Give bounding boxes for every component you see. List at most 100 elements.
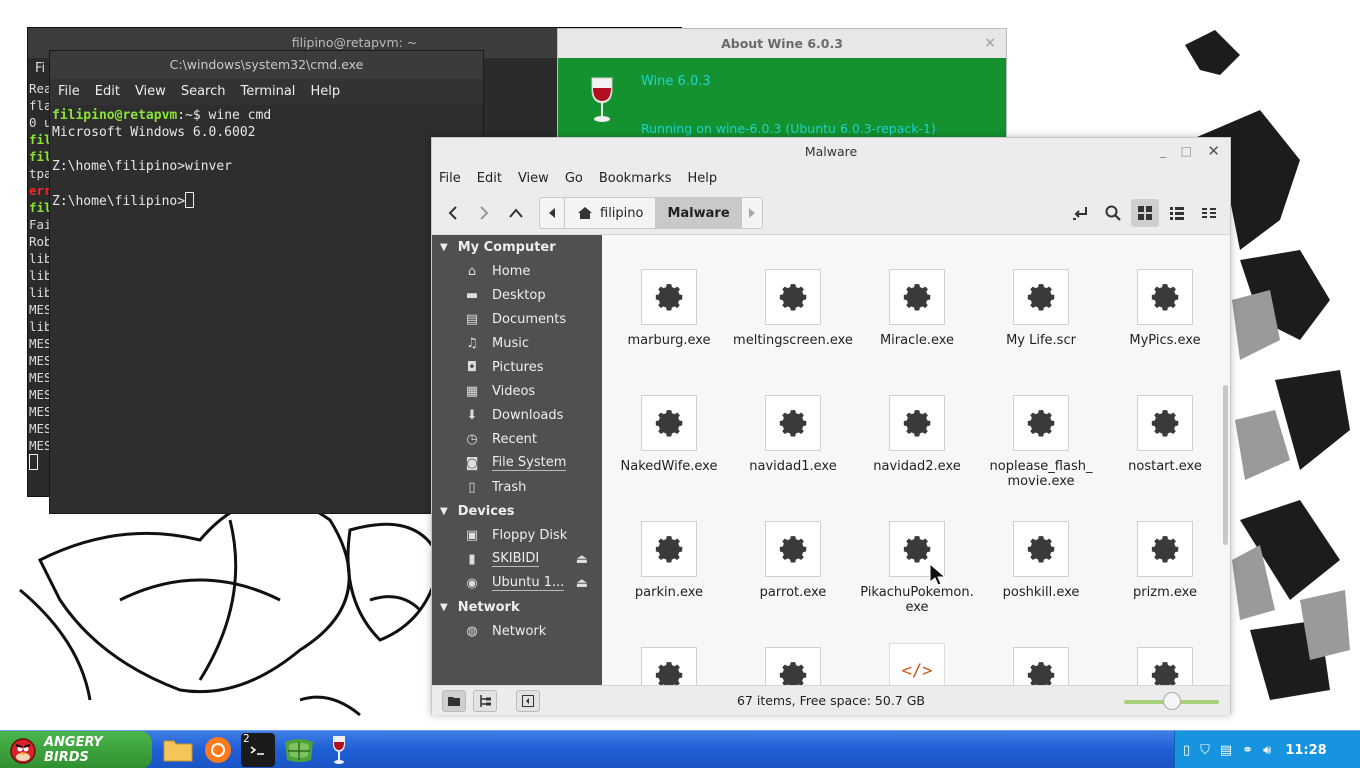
file-item[interactable]: MyPics.exe	[1105, 269, 1225, 348]
menu-item-view[interactable]: View	[135, 79, 166, 105]
sidebar-item-label: Ubuntu 1...	[492, 575, 565, 591]
search-button[interactable]	[1099, 199, 1127, 227]
close-button[interactable]: ×	[984, 29, 996, 58]
taskbar-firefox-button[interactable]	[200, 734, 236, 766]
file-manager-window[interactable]: Malware _ □ ✕ File Edit View Go Bookmark…	[431, 137, 1231, 715]
menu-item-view[interactable]: View	[518, 171, 549, 186]
sidebar-item-network[interactable]: ◍ Network	[432, 619, 602, 643]
file-item[interactable]: My Life.scr	[981, 269, 1101, 348]
chevron-right-icon	[480, 206, 489, 220]
terminal-line: Microsoft Windows 6.0.6002	[52, 125, 256, 140]
file-item[interactable]	[733, 647, 853, 685]
wine-glass-icon	[591, 77, 613, 122]
zoom-slider-handle[interactable]	[1162, 692, 1181, 710]
sidebar-item-label: Floppy Disk	[492, 527, 568, 543]
taskbar-files-button[interactable]	[160, 734, 196, 766]
file-item[interactable]	[1105, 647, 1225, 685]
sidebar-item-videos[interactable]: ▦ Videos	[432, 379, 602, 403]
breadcrumb-left-button[interactable]	[540, 198, 565, 228]
menu-item-bookmarks[interactable]: Bookmarks	[599, 171, 672, 186]
sidebar-section-network[interactable]: ▼ Network	[432, 595, 602, 619]
list-view-button[interactable]	[1163, 199, 1191, 227]
back-button[interactable]	[439, 199, 467, 227]
file-item[interactable]: nostart.exe	[1105, 395, 1225, 474]
section-label: Network	[457, 599, 520, 615]
menu-item-help[interactable]: Help	[687, 171, 717, 186]
breadcrumb-right-button[interactable]	[742, 198, 762, 228]
file-item[interactable]	[981, 647, 1101, 685]
disc-icon: ◉	[466, 575, 478, 591]
taskbar: ANGERY BIRDS 2 ▯ ⛉ ▤ ⚭ 🔊︎ 11:28	[0, 730, 1360, 768]
file-item[interactable]	[609, 647, 729, 685]
sidebar-section-my-computer[interactable]: ▼ My Computer	[432, 235, 602, 259]
menu-item-help[interactable]: Help	[310, 79, 340, 105]
sidebar-item-ubuntu[interactable]: ◉ Ubuntu 1... ⏏	[432, 571, 602, 595]
close-icon[interactable]: ✕	[1207, 138, 1220, 165]
file-item[interactable]: noplease_flash_ movie.exe	[981, 395, 1101, 489]
clock[interactable]: 11:28	[1285, 743, 1326, 758]
breadcrumb-current[interactable]: Malware	[655, 198, 742, 228]
file-item[interactable]: NakedWife.exe	[609, 395, 729, 474]
menu-item-edit[interactable]: Edit	[477, 171, 502, 186]
toggle-location-button[interactable]	[1067, 199, 1095, 227]
sidebar-item-desktop[interactable]: ▬ Desktop	[432, 283, 602, 307]
forward-button[interactable]	[470, 199, 498, 227]
file-item[interactable]: poshkill.exe	[981, 521, 1101, 600]
start-button[interactable]: ANGERY BIRDS	[0, 731, 152, 768]
gear-icon	[765, 521, 821, 577]
file-item[interactable]: meltingscreen.exe	[733, 269, 853, 348]
sidebar-item-documents[interactable]: ▤ Documents	[432, 307, 602, 331]
minimize-icon[interactable]: _	[1160, 138, 1166, 165]
file-item[interactable]: Miracle.exe	[857, 269, 977, 348]
scrollbar[interactable]	[1223, 385, 1228, 545]
sidebar-section-devices[interactable]: ▼ Devices	[432, 499, 602, 523]
shield-icon[interactable]: ⛉	[1200, 743, 1210, 758]
terminal-output[interactable]: filipino@retapvm:~$ wine cmd Microsoft Wi…	[50, 105, 483, 212]
sidebar-item-home[interactable]: ⌂ Home	[432, 259, 602, 283]
compact-view-button[interactable]	[1195, 199, 1223, 227]
file-name: parrot.exe	[759, 585, 827, 600]
taskbar-wine-app-button[interactable]	[281, 734, 317, 766]
file-name: NakedWife.exe	[620, 459, 718, 474]
network-icon[interactable]: ⚭	[1242, 743, 1253, 758]
file-item[interactable]: marburg.exe	[609, 269, 729, 348]
terminal-menubar: File Edit View Search Terminal Help	[50, 79, 483, 105]
sidebar-item-music[interactable]: ♫ Music	[432, 331, 602, 355]
sidebar-item-recent[interactable]: ◷ Recent	[432, 427, 602, 451]
sidebar-item-trash[interactable]: ▯ Trash	[432, 475, 602, 499]
menu-item-terminal[interactable]: Terminal	[240, 79, 295, 105]
file-item[interactable]: navidad2.exe	[857, 395, 977, 474]
up-button[interactable]	[502, 199, 530, 227]
eject-icon[interactable]: ⏏	[576, 576, 588, 591]
sidebar-item-file-system[interactable]: ◙ File System	[432, 451, 602, 475]
file-item[interactable]: parrot.exe	[733, 521, 853, 600]
menu-item-search[interactable]: Search	[181, 79, 226, 105]
file-item[interactable]: parkin.exe	[609, 521, 729, 600]
notes-icon[interactable]: ▤	[1220, 743, 1232, 758]
status-text: 67 items, Free space: 50.7 GB	[736, 693, 925, 708]
file-item[interactable]: PikachuPokemon. exe	[857, 521, 977, 615]
sidebar-item-label: Documents	[492, 311, 567, 327]
maximize-icon[interactable]: □	[1181, 138, 1192, 165]
taskbar-wine-button[interactable]	[322, 734, 356, 766]
menu-item-edit[interactable]: Edit	[95, 79, 120, 105]
sidebar-item-pictures[interactable]: ◘ Pictures	[432, 355, 602, 379]
file-item[interactable]: prizm.exe	[1105, 521, 1225, 600]
taskbar-terminal-button[interactable]: 2	[241, 732, 275, 767]
menu-item-file[interactable]: File	[439, 171, 461, 186]
eject-icon[interactable]: ⏏	[576, 552, 588, 567]
sidebar-item-floppy[interactable]: ▣ Floppy Disk	[432, 523, 602, 547]
breadcrumb-home[interactable]: filipino	[565, 198, 655, 228]
file-item[interactable]: </>	[857, 643, 977, 685]
volume-icon[interactable]: 🔊︎	[1263, 743, 1271, 758]
menu-item-go[interactable]: Go	[565, 171, 583, 186]
home-icon	[578, 207, 592, 219]
icon-view-button[interactable]	[1131, 199, 1159, 227]
system-tray: ▯ ⛉ ▤ ⚭ 🔊︎ 11:28	[1174, 731, 1360, 768]
menu-item-file[interactable]: File	[58, 79, 80, 105]
sidebar-item-downloads[interactable]: ⬇ Downloads	[432, 403, 602, 427]
file-item[interactable]: navidad1.exe	[733, 395, 853, 474]
clipboard-icon[interactable]: ▯	[1183, 743, 1190, 758]
terminal-window-cmd[interactable]: C:\windows\system32\cmd.exe File Edit Vi…	[49, 50, 484, 514]
sidebar-item-skibidi[interactable]: ▮ SKIBIDI ⏏	[432, 547, 602, 571]
